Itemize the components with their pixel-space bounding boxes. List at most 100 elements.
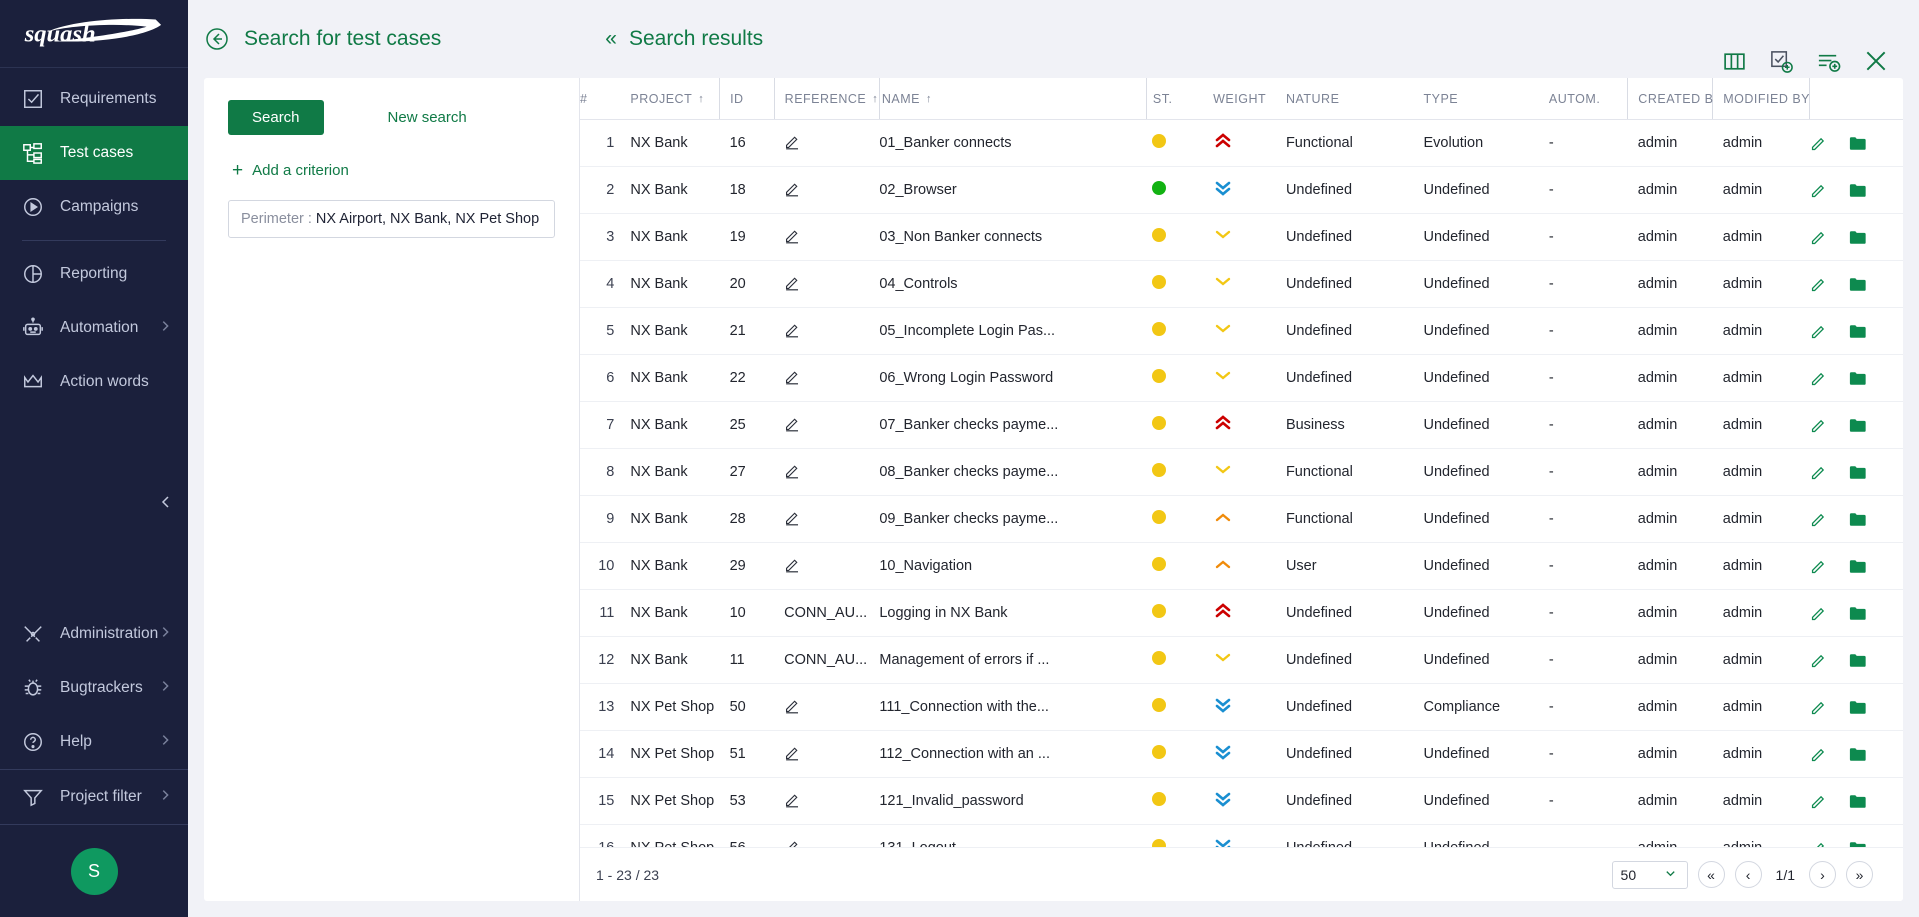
sidebar-item-project-filter[interactable]: Project filter [0,770,188,824]
table-row[interactable]: 5NX Bank2105_Incomplete Login Pas...Unde… [580,308,1903,355]
folder-icon[interactable] [1849,511,1867,528]
pencil-icon[interactable] [784,180,801,197]
pencil-icon[interactable] [784,368,801,385]
col-header-nature[interactable]: NATURE [1286,78,1424,120]
cell-name[interactable]: 04_Controls [879,261,1097,308]
sidebar-collapse-button[interactable] [154,490,178,514]
pencil-icon[interactable] [784,227,801,244]
pencil-icon[interactable] [784,556,801,573]
table-row[interactable]: 6NX Bank2206_Wrong Login PasswordUndefin… [580,355,1903,402]
cell-name[interactable]: 121_Invalid_password [879,778,1097,825]
col-header-project[interactable]: PROJECT↑ [614,78,719,120]
criterion-perimeter[interactable]: Perimeter : NX Airport, NX Bank, NX Pet … [228,200,555,238]
table-row[interactable]: 7NX Bank2507_Banker checks payme...Busin… [580,402,1903,449]
sidebar-item-administration[interactable]: Administration [0,607,188,661]
folder-icon[interactable] [1849,182,1867,199]
pencil-icon[interactable] [784,321,801,338]
cell-name[interactable]: Management of errors if ... [879,637,1097,684]
sidebar-item-action-words[interactable]: Action words [0,355,188,409]
cell-name[interactable]: 01_Banker connects [879,120,1097,167]
col-header-created-by[interactable]: CREATED BY [1628,78,1713,120]
edit-pencil-icon[interactable] [1810,135,1827,152]
search-button[interactable]: Search [228,100,324,135]
cell-name[interactable]: 06_Wrong Login Password [879,355,1097,402]
table-row[interactable]: 12NX Bank11CONN_AU...Management of error… [580,637,1903,684]
table-row[interactable]: 13NX Pet Shop50111_Connection with the..… [580,684,1903,731]
double-chevron-left-icon[interactable]: « [605,27,617,51]
col-header-type[interactable]: TYPE [1423,78,1548,120]
edit-pencil-icon[interactable] [1810,605,1827,622]
col-header-id[interactable]: ID [720,78,775,120]
cell-name[interactable]: 131_Logout [879,825,1097,848]
table-row[interactable]: 1NX Bank1601_Banker connectsFunctionalEv… [580,120,1903,167]
edit-pencil-icon[interactable] [1810,840,1827,848]
sidebar-item-bugtrackers[interactable]: Bugtrackers [0,661,188,715]
folder-icon[interactable] [1849,840,1867,848]
edit-pencil-icon[interactable] [1810,276,1827,293]
first-page-button[interactable]: « [1698,861,1725,888]
pencil-icon[interactable] [784,791,801,808]
cell-reference[interactable] [774,214,879,261]
folder-icon[interactable] [1849,417,1867,434]
table-row[interactable]: 4NX Bank2004_ControlsUndefinedUndefined-… [580,261,1903,308]
edit-pencil-icon[interactable] [1810,558,1827,575]
folder-icon[interactable] [1849,464,1867,481]
cell-reference[interactable] [774,825,879,848]
col-header-weight[interactable]: WEIGHT [1213,78,1286,120]
edit-pencil-icon[interactable] [1810,417,1827,434]
cell-name[interactable]: Logging in NX Bank [879,590,1097,637]
pencil-icon[interactable] [784,838,801,848]
add-list-icon[interactable] [1816,49,1841,74]
cell-reference[interactable] [774,449,879,496]
brand-logo[interactable]: squash [0,0,188,68]
folder-icon[interactable] [1849,558,1867,575]
folder-icon[interactable] [1849,699,1867,716]
edit-pencil-icon[interactable] [1810,323,1827,340]
cell-reference[interactable] [774,731,879,778]
edit-pencil-icon[interactable] [1810,746,1827,763]
folder-icon[interactable] [1849,370,1867,387]
sidebar-item-campaigns[interactable]: Campaigns [0,180,188,234]
pencil-icon[interactable] [784,133,801,150]
folder-icon[interactable] [1849,229,1867,246]
new-search-button[interactable]: New search [388,109,467,126]
sidebar-item-test-cases[interactable]: Test cases [0,126,188,180]
cell-reference[interactable]: CONN_AU... [774,637,879,684]
table-scroll-container[interactable]: # PROJECT↑ ID REFERENCE↑ NAME↑ ST. WEIGH… [580,78,1903,847]
pencil-icon[interactable] [784,274,801,291]
cell-reference[interactable] [774,167,879,214]
cell-name[interactable]: 112_Connection with an ... [879,731,1097,778]
pencil-icon[interactable] [784,509,801,526]
columns-icon[interactable] [1722,49,1747,74]
cell-reference[interactable] [774,402,879,449]
sidebar-item-requirements[interactable]: Requirements [0,72,188,126]
cell-name[interactable]: 111_Connection with the... [879,684,1097,731]
edit-pencil-icon[interactable] [1810,229,1827,246]
table-row[interactable]: 15NX Pet Shop53121_Invalid_passwordUndef… [580,778,1903,825]
table-row[interactable]: 3NX Bank1903_Non Banker connectsUndefine… [580,214,1903,261]
edit-pencil-icon[interactable] [1810,793,1827,810]
cell-reference[interactable] [774,355,879,402]
col-header-name[interactable]: NAME↑ [879,78,1097,120]
cell-reference[interactable] [774,684,879,731]
pencil-icon[interactable] [784,415,801,432]
col-header-status[interactable]: ST. [1146,78,1213,120]
sidebar-item-help[interactable]: Help [0,715,188,769]
folder-icon[interactable] [1849,605,1867,622]
table-row[interactable]: 8NX Bank2708_Banker checks payme...Funct… [580,449,1903,496]
edit-pencil-icon[interactable] [1810,464,1827,481]
table-row[interactable]: 11NX Bank10CONN_AU...Logging in NX BankU… [580,590,1903,637]
col-header-modified-by[interactable]: MODIFIED BY [1713,78,1810,120]
cell-reference[interactable] [774,308,879,355]
cell-name[interactable]: 10_Navigation [879,543,1097,590]
table-row[interactable]: 9NX Bank2809_Banker checks payme...Funct… [580,496,1903,543]
sidebar-item-reporting[interactable]: Reporting [0,247,188,301]
page-size-select[interactable]: 50 [1612,861,1688,889]
cell-reference[interactable]: CONN_AU... [774,590,879,637]
edit-pencil-icon[interactable] [1810,182,1827,199]
back-arrow-circle-icon[interactable] [204,26,230,52]
col-header-reference[interactable]: REFERENCE↑ [774,78,879,120]
folder-icon[interactable] [1849,793,1867,810]
cell-name[interactable]: 08_Banker checks payme... [879,449,1097,496]
col-header-autom[interactable]: AUTOM. [1549,78,1628,120]
